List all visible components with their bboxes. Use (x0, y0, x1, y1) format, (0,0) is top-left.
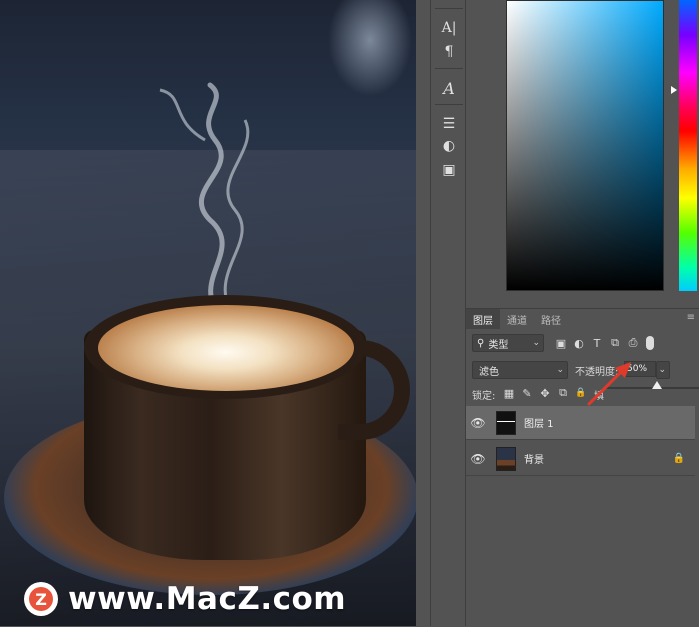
panel-menu-icon[interactable]: ≡ (687, 312, 695, 323)
chevron-down-icon: ⌄ (532, 338, 540, 348)
tab-paths[interactable]: 路径 (534, 309, 568, 329)
lock-icon: 🔒 (672, 453, 685, 464)
filter-shape-icon[interactable]: ⧉ (608, 336, 622, 350)
watermark-logo-letter: Z (29, 587, 53, 611)
layer-filter-value: 类型 (488, 339, 509, 351)
watermark-logo: Z (24, 582, 58, 616)
annotation-arrow (587, 362, 631, 406)
blend-mode-value: 滤色 (479, 366, 499, 378)
lock-image-icon[interactable]: ✎ (520, 386, 534, 400)
hue-slider[interactable] (679, 0, 697, 291)
tab-channels[interactable]: 通道 (500, 309, 534, 329)
layer-name[interactable]: 图层 1 (524, 415, 554, 430)
lock-transparent-icon[interactable]: ▦ (502, 386, 516, 400)
layer-filter-select[interactable]: ⚲ 类型 ⌄ (472, 334, 544, 352)
steam-illustration (159, 82, 250, 318)
eye-icon[interactable]: 👁 (466, 416, 490, 430)
character-icon[interactable]: A| (438, 18, 460, 38)
filter-pixel-icon[interactable]: ▣ (554, 336, 568, 350)
saturation-brightness-field[interactable] (506, 0, 664, 291)
latte-art (98, 305, 354, 391)
hue-slider-arrow-icon[interactable] (671, 86, 677, 94)
chevron-down-icon: ⌄ (658, 365, 666, 375)
tab-layers[interactable]: 图层 (466, 309, 500, 329)
filter-smartobject-icon[interactable]: ⎙ (626, 336, 640, 350)
panel-tabs: 图层 通道 路径 (466, 309, 568, 329)
paragraph-icon[interactable]: ¶ (438, 42, 460, 62)
lock-artboard-icon[interactable]: ⧉ (556, 386, 570, 400)
separator (435, 8, 463, 9)
styles-icon[interactable]: ◐ (438, 136, 460, 156)
lock-label: 锁定: (472, 391, 496, 402)
layer-thumbnail (496, 446, 516, 471)
properties-icon[interactable]: ▣ (438, 160, 460, 180)
separator (435, 68, 463, 69)
glyphs-icon[interactable]: A (438, 78, 460, 98)
layer-thumbnail (496, 410, 516, 435)
lock-position-icon[interactable]: ✥ (538, 386, 552, 400)
layers-panel: 图层 通道 路径 ≡ ⚲ 类型 ⌄ ▣ ◐ T ⧉ ⎙ 滤色 ⌄ 不透明度: 5… (466, 308, 699, 627)
watermark: Z www.MacZ.com (24, 581, 347, 617)
filter-type-icon[interactable]: T (590, 336, 604, 350)
filter-adjustment-icon[interactable]: ◐ (572, 336, 586, 350)
layer-row[interactable]: 👁 图层 1 (466, 406, 695, 440)
layer-name[interactable]: 背景 (524, 451, 544, 466)
document-canvas[interactable]: Z www.MacZ.com (0, 0, 416, 626)
color-panel (466, 0, 699, 300)
chevron-down-icon: ⌄ (556, 365, 564, 375)
watermark-text: www.MacZ.com (68, 581, 347, 617)
filter-toggle-icon[interactable] (646, 336, 654, 350)
layer-row[interactable]: 👁 背景 🔒 (466, 442, 695, 476)
blend-mode-select[interactable]: 滤色 ⌄ (472, 361, 568, 379)
panel-divider (416, 0, 430, 626)
opacity-dropdown[interactable]: ⌄ (656, 361, 670, 379)
panel-icon-strip: A| ¶ A ☰ ◐ ▣ (430, 0, 466, 626)
separator (435, 104, 463, 105)
eye-icon[interactable]: 👁 (466, 452, 490, 466)
search-icon: ⚲ (477, 337, 485, 349)
adjustments-icon[interactable]: ☰ (438, 114, 460, 134)
